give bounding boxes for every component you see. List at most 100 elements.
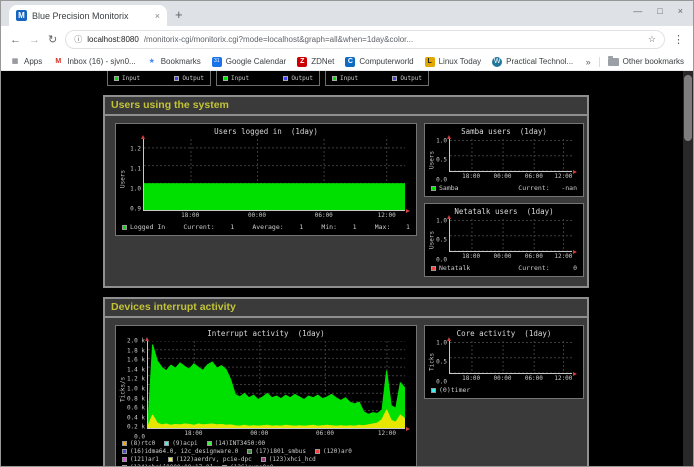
bookmark-item[interactable]: 31 Google Calendar [212,57,286,67]
new-tab-button[interactable]: + [175,7,183,22]
tab-close-icon[interactable]: × [155,11,160,21]
legend-label: (121)ar1 [130,456,159,463]
partial-graph[interactable]: Input Output [107,71,211,86]
maximize-button[interactable]: □ [657,6,662,16]
bookmark-star-icon[interactable]: ☆ [648,34,656,45]
bookmarks-items: ▦Apps MInbox (16) - sjvn0... ★Bookmarks 31 G… [10,57,573,67]
graph-netatalk-users[interactable]: Netatalk users (1day) Users 1.00.50.0 [424,203,584,277]
bookmark-label: Google Calendar [226,57,286,66]
bookmark-item[interactable]: CComputerworld [345,57,413,67]
close-button[interactable]: × [678,6,683,16]
y-axis-arrow-icon [145,337,149,341]
legend-row: (16)idma64.0, i2c_designware.0(17)i801_s… [122,448,410,455]
x-tick-labels: 18:0000:0006:0012:00 [449,172,572,180]
section-users: Users using the system Users logged in (… [103,95,589,288]
page-content: InputOutputInputOutputInputOutput Users … [1,71,693,466]
bookmark-item[interactable]: ▦Apps [10,57,42,67]
section-title: Devices interrupt activity [105,299,587,318]
partial-graph[interactable]: InputOutput [216,71,320,86]
x-tick: 06:00 [525,375,543,382]
section-body: Interrupt activity (1day) Ticks/s 2.0 k1… [105,318,587,466]
legend-stat: Current: 0 [518,264,577,272]
x-tick: 12:00 [554,173,572,180]
other-bookmarks-button[interactable]: Other bookmarks [608,57,684,66]
overflow-chevrons-icon[interactable]: » [586,57,591,67]
graph-legend: Logged InCurrent: 1Average: 1Min: 1Max: … [119,219,413,232]
y-tick: 0.8 k [127,395,145,402]
url-host: localhost:8080 [87,35,139,44]
calendar-icon: 31 [212,57,222,67]
legend-label: (124)ahci[0000:00:17.0] [130,464,213,466]
graph-users-logged-in[interactable]: Users logged in (1day) Users 1.21.11.00.… [115,123,417,236]
bookmark-label: Practical Technol... [506,57,573,66]
x-tick: 18:00 [462,173,480,180]
legend-item: (121)ar1 [122,456,159,463]
x-tick: 12:00 [554,375,572,382]
x-tick: 18:00 [462,375,480,382]
y-tick: 1.2 k [127,376,145,383]
bookmark-item[interactable]: LLinux Today [425,57,482,67]
browser-tab[interactable]: M Blue Precision Monitorix × [9,5,167,26]
x-tick: 12:00 [554,253,572,260]
legend-item: Input [114,75,140,82]
legend-item: Output [174,75,204,82]
legend-item: (122)aerdrv, pcie-dpc [168,456,252,463]
legend-label: (122)aerdrv, pcie-dpc [176,456,252,463]
page-info-icon[interactable]: ⓘ [74,34,82,45]
bookmark-item[interactable]: ★Bookmarks [147,57,201,67]
legend-row: NetatalkCurrent: 0 [431,264,577,272]
bookmark-item[interactable]: ZZDNet [297,57,334,67]
y-tick: 1.0 k [127,386,145,393]
partial-graph[interactable]: InputOutput [325,71,429,86]
legend-label: Output [291,75,313,82]
legend-item: Logged In [122,223,165,231]
y-tick: 0.0 [436,177,447,184]
minimize-button[interactable]: — [633,6,642,16]
plot-area [449,139,572,172]
legend-item: (0)timer [431,386,470,394]
graph-interrupt-activity[interactable]: Interrupt activity (1day) Ticks/s 2.0 k1… [115,325,417,466]
y-tick: 0.0 [134,434,145,441]
x-axis-arrow-icon [573,372,577,376]
y-tick: 0.5 [436,157,447,164]
graph-core-activity[interactable]: Core activity (1day) Ticks 1.00.50.0 [424,325,584,399]
y-tick: 1.6 k [127,357,145,364]
bookmark-label: Apps [24,57,42,66]
forward-icon[interactable]: → [29,34,40,46]
scrollbar[interactable] [683,71,693,466]
x-tick: 06:00 [525,253,543,260]
legend-swatch [332,76,337,81]
y-tick: 0.5 [436,359,447,366]
y-tick: 1.0 [436,339,447,346]
y-tick-labels: 2.0 k1.8 k1.6 k1.4 k1.2 k1.0 k0.8 k0.6 k… [127,341,147,437]
menu-icon[interactable]: ⋮ [673,33,684,46]
back-icon[interactable]: ← [10,34,21,46]
address-bar[interactable]: ⓘ localhost:8080/monitorix-cgi/monitorix… [65,30,665,49]
y-axis-label: Users [428,219,436,260]
x-axis-arrow-icon [406,209,410,213]
x-axis-arrow-icon [573,170,577,174]
bookmark-label: ZDNet [311,57,334,66]
y-axis-label: Users [428,139,436,180]
legend-item: (126)nvme0q0 [222,464,273,466]
plot-area [147,341,405,429]
legend-swatch [315,449,320,454]
graph-samba-users[interactable]: Samba users (1day) Users 1.00.50.0 [424,123,584,197]
y-tick: 0.9 [130,206,141,213]
legend-row: Logged InCurrent: 1Average: 1Min: 1Max: … [122,223,410,231]
y-axis-label: Users [119,139,127,219]
bookmark-item[interactable]: WPractical Technol... [492,57,573,67]
other-bookmarks-label: Other bookmarks [623,57,684,66]
y-axis-arrow-icon [447,215,451,219]
legend-item: (16)idma64.0, i2c_designware.0 [122,448,238,455]
bookmark-item[interactable]: MInbox (16) - sjvn0... [53,57,135,67]
legend-swatch [174,76,179,81]
window-controls: — □ × [633,6,683,16]
y-tick: 0.6 k [127,405,145,412]
y-tick-labels: 1.00.50.0 [436,341,449,382]
reload-icon[interactable]: ↻ [48,33,57,46]
right-graph-column: Samba users (1day) Users 1.00.50.0 [424,123,584,277]
section-interrupts: Devices interrupt activity Interrupt act… [103,297,589,466]
scrollbar-thumb[interactable] [684,75,692,141]
monitorix-page: InputOutputInputOutputInputOutput Users … [1,71,683,466]
